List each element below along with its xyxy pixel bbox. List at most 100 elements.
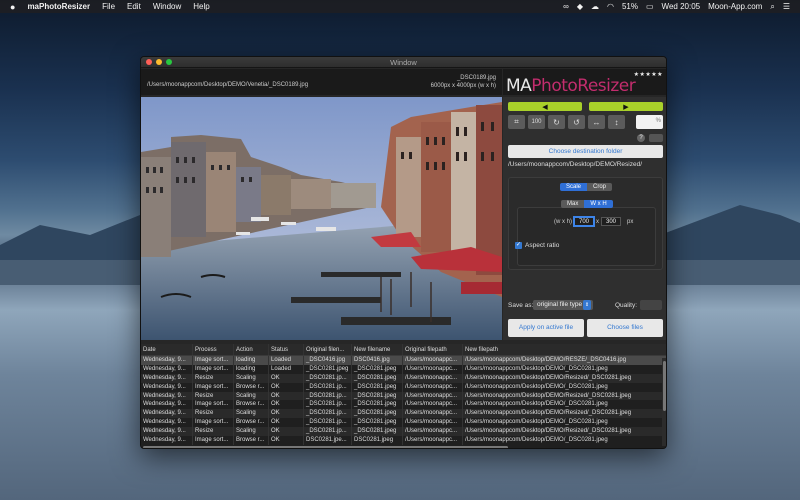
table-cell: loading [234,364,269,374]
table-cell: Wednesday, 9... [141,418,193,428]
table-cell: Wednesday, 9... [141,436,193,445]
app-logo: MAPhotoResizer ★★★★★ [503,69,666,96]
logo-text: MAPhotoResizer [506,76,636,96]
menu-edit[interactable]: Edit [127,2,141,11]
x-label: x [596,218,599,225]
close-button[interactable] [146,59,152,65]
rating-stars: ★★★★★ [633,72,663,78]
table-cell: Loaded [269,364,304,374]
table-row[interactable]: Wednesday, 9... Resize Scaling OK _DSC0281.j… [141,427,666,437]
checkmark-icon[interactable]: ✓ [515,242,522,249]
minimize-button[interactable] [156,59,162,65]
table-cell: Browse r... [234,418,269,428]
table-cell: _DSC0281.jp... [304,409,352,419]
app-menu[interactable]: maPhotoResizer [27,2,90,11]
menu-window[interactable]: Window [153,2,181,11]
battery-percent[interactable]: 51% [622,2,638,11]
menu-help[interactable]: Help [193,2,209,11]
tab-scale[interactable]: Scale [560,183,588,191]
column-original-filename[interactable]: Original filen... [304,344,352,355]
previous-image-button[interactable]: ◀ [508,102,582,111]
tab-crop[interactable]: Crop [587,183,613,191]
column-new-filepath[interactable]: New filepath [463,344,657,355]
table-row[interactable]: Wednesday, 9... Resize Scaling OK _DSC0281.j… [141,391,666,401]
logo-resizer: Resizer [577,76,636,96]
column-status[interactable]: Status [269,344,304,355]
tab-wxh[interactable]: W x H [584,200,613,208]
tab-max[interactable]: Max [561,200,585,208]
table-row[interactable]: Wednesday, 9... Image sort... Browse r... O… [141,418,666,428]
column-action[interactable]: Action [234,344,269,355]
zoom-button[interactable] [166,59,172,65]
table-cell: DSC0281.jpe... [304,436,352,445]
table-row[interactable]: Wednesday, 9... Image sort... loading Loade… [141,356,666,365]
table-cell: _DSC0281.jpeg [352,409,403,419]
size-segmented-control: Max W x H [561,200,613,208]
menu-bar: ● maPhotoResizer File Edit Window Help ∞… [0,0,800,13]
cloud-icon[interactable]: ☁ [591,2,599,11]
height-input[interactable]: 300 [601,217,621,226]
table-cell: _DSC0416.jpg [304,356,352,365]
help-button[interactable]: ? [637,134,645,142]
flip-vertical-icon[interactable]: ↕ [608,115,625,129]
wifi-icon[interactable]: ◠ [607,2,614,11]
quality-select[interactable] [640,300,662,310]
table-row[interactable]: Wednesday, 9... Image sort... loading Loade… [141,364,666,374]
table-cell: Loaded [269,356,304,365]
app-window: Window /Users/moonappcom/Desktop/DEMO/Ve… [140,56,667,449]
width-input[interactable]: 700 [574,217,594,226]
vertical-scrollbar[interactable] [662,358,666,446]
options-toggle[interactable] [649,134,663,142]
title-bar[interactable]: Window [141,57,666,68]
save-as-label: Save as: [508,302,534,309]
table-cell: /Users/moonappc... [403,427,463,437]
image-preview[interactable] [141,97,502,340]
table-cell: /Users/moonappc... [403,364,463,374]
rotate-right-icon[interactable]: ↻ [548,115,565,129]
horizontal-scrollbar[interactable] [143,445,658,448]
column-date[interactable]: Date [141,344,193,355]
search-icon[interactable]: ⌕ [770,2,774,12]
creative-cloud-icon[interactable]: ∞ [563,2,569,11]
apply-active-file-button[interactable]: Apply on active file [508,319,584,337]
table-cell: /Users/moonappcom/Desktop/DEMO/Resized/_… [465,392,632,399]
table-row[interactable]: Wednesday, 9... Image sort... Browse r... O… [141,382,666,392]
table-cell: /Users/moonappc... [403,418,463,428]
aspect-ratio-checkbox[interactable]: ✓ Aspect ratio [515,242,559,249]
save-as-select[interactable]: original file type ⇕ [533,300,593,310]
table-cell: OK [269,373,304,383]
percent-field[interactable]: % [636,115,663,129]
wh-label: (w x h) [554,218,572,225]
site-label[interactable]: Moon-App.com [708,2,762,11]
scroll-thumb-h[interactable] [143,446,508,448]
table-row[interactable]: Wednesday, 9... Image sort... Browse r... O… [141,436,666,445]
image-dimensions: 6000px x 4000px (w x h) [430,83,496,89]
apple-menu-icon[interactable]: ● [10,2,15,12]
column-new-filename[interactable]: New filename [352,344,403,355]
menu-file[interactable]: File [102,2,115,11]
scroll-thumb[interactable] [663,361,666,411]
clock[interactable]: Wed 20:05 [662,2,701,11]
mode-segmented-control: Scale Crop [560,183,613,191]
column-process[interactable]: Process [193,344,234,355]
rotate-left-icon[interactable]: ↺ [568,115,585,129]
dropbox-icon[interactable]: ◆ [577,2,583,11]
table-cell: Resize [193,427,234,437]
unit-label: px [627,218,634,225]
crop-icon[interactable]: ⌗ [508,115,525,129]
next-image-button[interactable]: ▶ [589,102,663,111]
actual-size-icon[interactable]: 100 [528,115,545,129]
table-row[interactable]: Wednesday, 9... Image sort... Browse r... O… [141,400,666,410]
table-row[interactable]: Wednesday, 9... Resize Scaling OK _DSC0281.j… [141,409,666,419]
tool-row: ⌗ 100 ↻ ↺ ↔ ↕ [508,115,625,129]
column-original-filepath[interactable]: Original filepath [403,344,463,355]
menu-list-icon[interactable]: ☰ [783,2,790,11]
table-cell: Scaling [234,391,269,401]
choose-destination-button[interactable]: Choose destination folder [508,145,663,158]
battery-icon[interactable]: ▭ [646,2,654,11]
table-row[interactable]: Wednesday, 9... Resize Scaling OK _DSC0281.j… [141,373,666,383]
table-cell: _DSC0281.jpeg [352,364,403,374]
flip-horizontal-icon[interactable]: ↔ [588,115,605,129]
choose-files-button[interactable]: Choose files [587,319,663,337]
table-cell: /Users/moonappcom/Desktop/DEMO/_DSC0281.… [465,383,608,390]
